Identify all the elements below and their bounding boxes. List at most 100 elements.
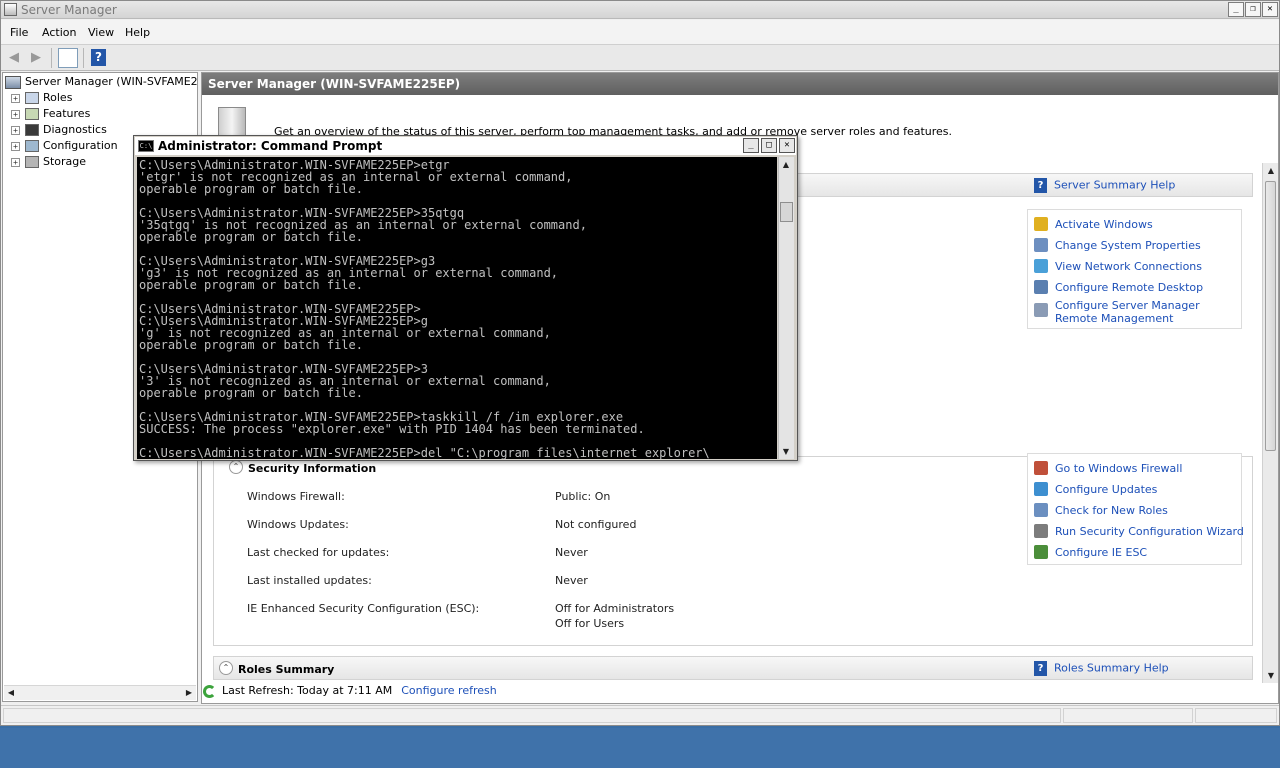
collapse-security-icon[interactable]: ⌃ [229,460,243,474]
console-line: operable program or batch file. [139,182,363,196]
console-line: C:\Users\Administrator.WIN-SVFAME225EP>d… [139,446,710,459]
check-for-new-roles-link[interactable]: Check for New Roles [1034,503,1168,517]
ie-esc-icon [1034,545,1048,559]
expand-icon[interactable]: + [11,141,20,151]
tree-node-label: Features [43,107,91,120]
ie-esc-value-admins: Off for Administrators [555,602,675,615]
tree-node-label: Storage [43,155,87,168]
scroll-thumb[interactable] [1265,181,1276,451]
tree-node-roles[interactable]: + Roles [11,91,72,106]
collapse-roles-summary-icon[interactable]: ⌃ [219,661,233,675]
scroll-right-arrow-icon[interactable]: ▶ [182,686,196,699]
restore-button[interactable]: ❐ [1245,2,1261,17]
summary-tasks-box: Activate Windows Change System Propertie… [1027,209,1242,329]
menu-view[interactable]: View [88,26,114,39]
help-icon[interactable]: ? [91,49,106,66]
cmd-scroll-up-arrow-icon[interactable]: ▲ [779,158,793,171]
configure-remote-desktop-link[interactable]: Configure Remote Desktop [1034,280,1203,294]
content-vertical-scrollbar[interactable]: ▲ ▼ [1262,163,1278,683]
back-arrow-icon[interactable]: ◀ [5,49,23,67]
menu-file[interactable]: File [10,26,28,39]
ie-esc-value-users: Off for Users [555,617,625,630]
activate-windows-link[interactable]: Activate Windows [1034,217,1153,231]
cmd-close-button[interactable]: ✕ [779,138,795,153]
refresh-icon [203,684,216,698]
console-line: operable program or batch file. [139,230,363,244]
run-security-configuration-wizard-link[interactable]: Run Security Configuration Wizard [1034,524,1244,538]
roles-check-icon [1034,503,1048,517]
last-refresh-text: Last Refresh: Today at 7:11 AM [222,684,393,697]
cmd-minimize-button[interactable]: _ [743,138,759,153]
close-button[interactable]: ✕ [1262,2,1278,17]
help-icon: ? [1034,661,1047,676]
tree-node-configuration[interactable]: + Configuration [11,139,118,154]
firewall-icon [1034,461,1048,475]
menu-help[interactable]: Help [125,26,150,39]
configure-refresh-link[interactable]: Configure refresh [401,684,496,697]
status-segment [3,708,1061,723]
view-network-connections-link[interactable]: View Network Connections [1034,259,1202,273]
cmd-maximize-button[interactable]: □ [761,138,777,153]
windows-updates-value: Not configured [555,518,637,531]
scroll-up-arrow-icon[interactable]: ▲ [1264,164,1278,177]
scroll-down-arrow-icon[interactable]: ▼ [1264,669,1278,682]
cmd-vertical-scrollbar[interactable]: ▲ ▼ [778,157,794,459]
toolbar-separator [51,48,52,68]
expand-icon[interactable]: + [11,93,20,103]
tree-horizontal-scrollbar[interactable]: ◀ ▶ [4,685,196,700]
refresh-bar: Last Refresh: Today at 7:11 AM Configure … [203,684,1263,702]
menu-action[interactable]: Action [42,26,76,39]
roles-summary-title: Roles Summary [238,663,335,676]
tree-node-label: Configuration [43,139,118,152]
cmd-scroll-thumb[interactable] [780,202,793,222]
server-summary-help-link[interactable]: ? Server Summary Help [1034,178,1175,193]
configure-server-manager-remote-management-link[interactable]: Configure Server Manager Remote Manageme… [1034,299,1234,325]
go-to-windows-firewall-link[interactable]: Go to Windows Firewall [1034,461,1182,475]
last-checked-value: Never [555,546,588,559]
expand-icon[interactable]: + [11,109,20,119]
updates-icon [1034,482,1048,496]
command-prompt-window: C:\ Administrator: Command Prompt _ □ ✕ … [133,135,798,461]
link-label: Run Security Configuration Wizard [1055,524,1244,538]
minimize-button[interactable]: _ [1228,2,1244,17]
expand-icon[interactable]: + [11,125,20,135]
server-manager-icon [4,3,17,16]
last-checked-label: Last checked for updates: [247,546,390,559]
link-label: Activate Windows [1055,217,1153,231]
show-hide-console-tree-icon[interactable] [58,48,78,68]
scroll-left-arrow-icon[interactable]: ◀ [4,686,18,699]
cmd-title-bar[interactable]: C:\ Administrator: Command Prompt _ □ ✕ [135,137,796,155]
tree-root-server-manager[interactable]: Server Manager (WIN-SVFAME225EP) [5,75,197,90]
console-line: operable program or batch file. [139,278,363,292]
tree-node-label: Roles [43,91,73,104]
link-label: Change System Properties [1055,238,1201,252]
link-label: Server Summary Help [1054,178,1176,192]
tree-node-label: Diagnostics [43,123,107,136]
configure-ie-esc-link[interactable]: Configure IE ESC [1034,545,1147,559]
security-tasks-box: Go to Windows Firewall Configure Updates… [1027,453,1244,565]
change-system-properties-link[interactable]: Change System Properties [1034,238,1201,252]
wizard-icon [1034,524,1048,538]
forward-arrow-icon[interactable]: ▶ [27,49,45,67]
roles-icon [25,92,39,104]
cmd-icon: C:\ [138,140,154,152]
title-bar[interactable]: Server Manager _ ❐ ✕ [1,1,1279,19]
tree-node-features[interactable]: + Features [11,107,90,122]
link-label: Go to Windows Firewall [1055,461,1183,475]
link-label: Roles Summary Help [1054,661,1169,675]
status-segment [1195,708,1277,723]
configure-updates-link[interactable]: Configure Updates [1034,482,1157,496]
tree-node-diagnostics[interactable]: + Diagnostics [11,123,107,138]
cmd-scroll-down-arrow-icon[interactable]: ▼ [779,445,793,458]
link-label: Configure Updates [1055,482,1158,496]
content-header: Server Manager (WIN-SVFAME225EP) [202,73,1278,95]
console-line: operable program or batch file. [139,338,363,352]
windows-firewall-label: Windows Firewall: [247,490,345,503]
link-label: Configure IE ESC [1055,545,1148,559]
ie-esc-label: IE Enhanced Security Configuration (ESC)… [247,602,480,615]
roles-summary-help-link[interactable]: ? Roles Summary Help [1034,661,1169,676]
console-output[interactable]: C:\Users\Administrator.WIN-SVFAME225EP>e… [137,157,777,459]
expand-icon[interactable]: + [11,157,20,167]
tree-node-storage[interactable]: + Storage [11,155,86,170]
system-properties-icon [1034,238,1048,252]
